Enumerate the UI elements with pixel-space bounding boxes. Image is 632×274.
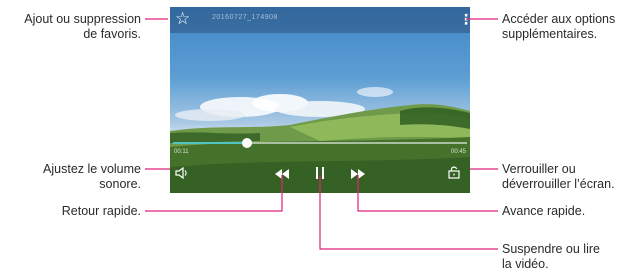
video-frame-landscape	[170, 87, 470, 193]
callout-pause-line1: Suspendre ou lire	[502, 242, 600, 256]
volume-icon[interactable]	[174, 166, 190, 182]
callout-volume-line1: Ajustez le volume	[43, 162, 141, 176]
callout-fast-forward: Avance rapide.	[502, 204, 585, 219]
callout-volume-line2: sonore.	[99, 177, 141, 191]
pause-icon[interactable]	[312, 167, 328, 182]
rewind-icon[interactable]	[274, 168, 290, 182]
star-outline-icon[interactable]: ☆	[175, 9, 190, 29]
elapsed-time: 00:11	[174, 149, 189, 155]
callout-fast-forward-line1: Avance rapide.	[502, 204, 586, 218]
callout-pause: Suspendre ou lire la vidéo.	[502, 242, 600, 272]
progress-bar-fill	[173, 142, 247, 144]
callout-favorites: Ajout ou suppression de favoris.	[24, 12, 141, 42]
progress-bar[interactable]	[173, 138, 467, 148]
callout-volume: Ajustez le volume sonore.	[43, 162, 141, 192]
callout-favorites-line1: Ajout ou suppression	[24, 12, 141, 26]
callout-rewind-line1: Retour rapide.	[61, 204, 141, 218]
callout-options-line1: Accéder aux options	[502, 12, 616, 26]
callout-options-line2: supplémentaires.	[502, 27, 598, 41]
total-time: 00:45	[450, 149, 466, 155]
callout-rewind: Retour rapide.	[62, 204, 141, 219]
callout-lock-line2: déverrouiller l’écran.	[502, 177, 615, 191]
callout-options: Accéder aux options supplémentaires.	[502, 12, 615, 42]
video-player[interactable]: ☆ 20160727_174908 ⋮ 00:11 00:45	[170, 7, 470, 193]
callout-pause-line2: la vidéo.	[502, 257, 549, 271]
callout-lock-line1: Verrouiller ou	[502, 162, 576, 176]
lock-icon[interactable]	[446, 165, 462, 182]
more-vertical-icon[interactable]: ⋮	[459, 11, 470, 27]
progress-bar-handle[interactable]	[241, 138, 252, 148]
callout-favorites-line2: de favoris.	[83, 27, 141, 41]
fast-forward-icon[interactable]	[350, 168, 366, 182]
video-title: 20160727_174908	[212, 14, 278, 21]
callout-lock: Verrouiller ou déverrouiller l’écran.	[502, 162, 615, 192]
